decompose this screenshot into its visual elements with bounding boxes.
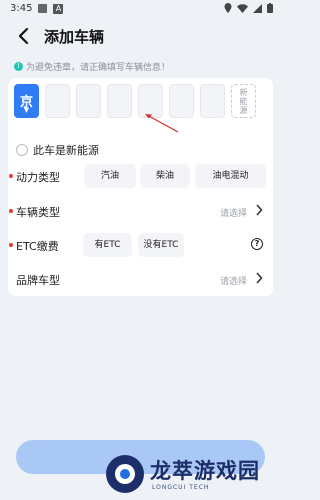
plate-new-energy-slot[interactable]: 新能源 bbox=[231, 84, 256, 118]
vehicle-type-label: 车辆类型 bbox=[16, 206, 60, 219]
required-marker bbox=[9, 174, 13, 178]
power-type-row: 动力类型 汽油 柴油 油电混动 bbox=[8, 164, 273, 188]
brand-model-row[interactable]: 品牌车型 请选择 bbox=[8, 267, 273, 291]
vehicle-form-card: 京 ▼ 新能源 此车是新能源 动力类型 汽油 柴油 油电混动 车辆类型 请选择 bbox=[8, 78, 273, 296]
etc-option-no[interactable]: 没有ETC bbox=[138, 233, 184, 257]
new-energy-checkbox-row[interactable]: 此车是新能源 bbox=[16, 142, 99, 158]
etc-option-yes[interactable]: 有ETC bbox=[83, 233, 132, 257]
plate-char-input[interactable] bbox=[45, 84, 70, 118]
plate-new-energy-label: 新能源 bbox=[239, 88, 248, 115]
required-marker bbox=[9, 243, 13, 247]
required-marker bbox=[9, 209, 13, 213]
plate-input-row: 京 ▼ 新能源 bbox=[14, 84, 256, 118]
plate-char-input[interactable] bbox=[200, 84, 225, 118]
annotation-arrow-icon bbox=[145, 114, 179, 133]
power-option-gasoline[interactable]: 汽油 bbox=[84, 164, 136, 188]
chevron-right-icon bbox=[256, 272, 263, 284]
help-icon[interactable]: ? bbox=[251, 238, 263, 250]
plate-char-input[interactable] bbox=[76, 84, 101, 118]
battery-icon bbox=[267, 3, 273, 13]
title-bar: 添加车辆 bbox=[0, 22, 281, 52]
etc-label: ETC缴费 bbox=[16, 240, 59, 253]
chevron-right-icon bbox=[256, 204, 263, 216]
status-bar: 3:45 A bbox=[0, 0, 281, 20]
notification-icon bbox=[38, 4, 48, 13]
plate-province-selector[interactable]: 京 ▼ bbox=[14, 84, 39, 118]
watermark-title: 龙萃游戏园 bbox=[150, 459, 260, 483]
power-option-hybrid[interactable]: 油电混动 bbox=[195, 164, 266, 188]
location-icon bbox=[224, 3, 232, 13]
vehicle-type-row[interactable]: 车辆类型 请选择 bbox=[8, 199, 273, 223]
vehicle-type-placeholder: 请选择 bbox=[219, 209, 247, 219]
power-option-diesel[interactable]: 柴油 bbox=[140, 164, 190, 188]
plate-char-input[interactable] bbox=[107, 84, 132, 118]
page-title: 添加车辆 bbox=[44, 28, 105, 46]
status-time: 3:45 bbox=[10, 3, 33, 14]
brand-model-label: 品牌车型 bbox=[16, 274, 60, 287]
notice-text: 为避免违章，请正确填写车辆信息！ bbox=[26, 63, 171, 73]
info-icon: ! bbox=[14, 62, 23, 71]
watermark-logo-icon bbox=[106, 455, 144, 493]
wifi-icon bbox=[237, 3, 248, 13]
chevron-down-icon: ▼ bbox=[23, 106, 30, 114]
app-notification-icon: A bbox=[53, 3, 64, 14]
signal-icon bbox=[253, 3, 262, 13]
etc-row: ETC缴费 有ETC 没有ETC ? bbox=[8, 233, 273, 257]
notice: ! 为避免违章，请正确填写车辆信息！ bbox=[14, 60, 170, 73]
new-energy-label: 此车是新能源 bbox=[33, 144, 99, 157]
power-type-label: 动力类型 bbox=[16, 171, 60, 184]
brand-model-placeholder: 请选择 bbox=[219, 277, 247, 287]
watermark: 龙萃游戏园 LONGCUI TECH bbox=[106, 453, 274, 497]
new-energy-checkbox[interactable] bbox=[16, 144, 28, 156]
watermark-subtitle: LONGCUI TECH bbox=[152, 484, 210, 491]
back-arrow-icon[interactable] bbox=[14, 26, 34, 46]
